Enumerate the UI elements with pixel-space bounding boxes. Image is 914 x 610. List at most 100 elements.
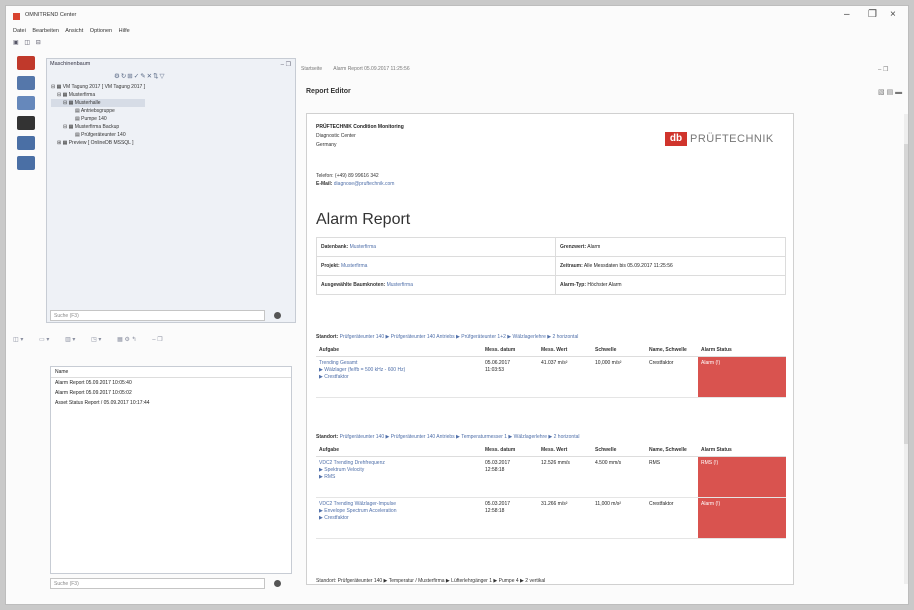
- company-block: PRÜFTECHNIK Condition Monitoring Diagnos…: [316, 123, 404, 150]
- main-toolbar: ▣ ◫ ⊟: [13, 39, 45, 48]
- editor-title: Report Editor: [306, 88, 351, 95]
- filter-date-icon[interactable]: ◳ ▾: [91, 337, 101, 343]
- list-item[interactable]: Asset Status Report / 05.09.2017 10:17:4…: [51, 398, 291, 408]
- mess-wert: 41.037 m/s²: [538, 356, 592, 398]
- measurement-icon[interactable]: [17, 76, 35, 90]
- location-path[interactable]: Prüfgeräteunter 140 ▶ Prüfgeräteunter 14…: [340, 434, 580, 440]
- menu-ansicht[interactable]: Ansicht: [65, 28, 83, 34]
- auswahl-label: Ausgewählte Baumknoten:: [321, 282, 386, 288]
- tree-node[interactable]: ⊟ ▦ Musterhalle: [51, 99, 146, 107]
- funnel-icon[interactable]: ▽: [160, 73, 166, 80]
- tree-node[interactable]: ▤ Prüfgeräteunter 140: [51, 131, 145, 139]
- menu-bar: Datei Bearbeiten Ansicht Optionen Hilfe: [13, 28, 135, 37]
- list-header: Name: [51, 367, 291, 378]
- alarmtyp-label: Alarm-Typ:: [560, 282, 587, 288]
- title-bar: OMNITREND Center – ❐ ×: [6, 6, 908, 26]
- export-icon[interactable]: ▧: [878, 89, 885, 96]
- panel-controls[interactable]: – ❐: [152, 337, 162, 343]
- report-search-input[interactable]: Suche (F3): [50, 578, 265, 589]
- task-link[interactable]: VDC2 Trending Drehfrequenz: [319, 460, 385, 466]
- perspective-sidebar: [13, 56, 43, 176]
- vertical-scrollbar[interactable]: [904, 114, 908, 584]
- list-item[interactable]: Alarm Report 05.09.2017 10:05:40: [51, 378, 291, 388]
- print-icon[interactable]: ▬: [895, 89, 902, 96]
- section-location: Standort: Prüfgeräteunter 140 ▶ Prüfgerä…: [316, 334, 578, 340]
- phone-text: Telefon: (+49) 89 99616 342: [316, 173, 379, 179]
- app-title: OMNITREND Center: [25, 12, 77, 18]
- zeitraum-value: Alle Messdaten bis 05.09.2017 11:25:56: [583, 263, 673, 269]
- panel-controls[interactable]: – ❐: [281, 61, 291, 68]
- table-row: VDC2 Trending Drehfrequenz ▶ Spektrum Vel…: [316, 456, 786, 498]
- camera-icon[interactable]: [17, 116, 35, 130]
- open-icon[interactable]: ◫: [24, 40, 30, 46]
- location-label: Standort:: [316, 334, 339, 340]
- location-path[interactable]: Prüfgeräteunter 140 ▶ Prüfgeräteunter 14…: [340, 334, 579, 340]
- tree-node[interactable]: ▤ Antriebsgruppe: [51, 107, 145, 115]
- save-icon[interactable]: ⊟: [36, 40, 41, 46]
- report-info-table: Datenbank: Musterfirma Grenzwert: Alarm …: [316, 237, 786, 295]
- machine-tree-panel: Maschinenbaum – ❐ ⚙↻⊞✓✎✕⇅▽ ⊟ ▦ VM Tagung…: [46, 58, 296, 323]
- tree-node[interactable]: ⊟ ▦ VM Tagung 2017 [ VM Tagung 2017 ]: [51, 83, 145, 91]
- name-schwelle: RMS: [646, 456, 698, 498]
- col-name-schwelle: Name, Schwelle: [646, 345, 698, 357]
- editor-toolbar: ▧ ▤ ▬: [878, 88, 902, 96]
- route-icon[interactable]: [17, 96, 35, 110]
- task-sub-link[interactable]: ▶ Wälzlager (fe/fb = 500 kHz - 600 Hz): [319, 367, 405, 373]
- schwelle: 4.500 mm/s: [592, 456, 646, 498]
- alarm-table: Aufgabe Mess. datum Mess. Wert Schwelle …: [316, 345, 786, 398]
- tab-alarm-report[interactable]: Alarm Report 05.09.2017 11:25:56: [333, 66, 409, 72]
- schwelle: 11,000 m/s²: [592, 497, 646, 539]
- task-sub-link[interactable]: ▶ Spektrum Velocity: [319, 467, 364, 473]
- mess-datum: 05.06.2017: [485, 360, 511, 366]
- menu-bearbeiten[interactable]: Bearbeiten: [32, 28, 59, 34]
- device-icon[interactable]: [17, 136, 35, 150]
- filter-icon[interactable]: ⚙: [114, 73, 121, 80]
- db-value[interactable]: Musterfirma: [350, 244, 376, 250]
- search-icon[interactable]: [274, 580, 281, 587]
- report-page: PRÜFTECHNIK Condition Monitoring Diagnos…: [306, 113, 794, 585]
- machine-tree-icon[interactable]: [17, 56, 35, 70]
- editor-controls[interactable]: – ❐: [878, 66, 888, 73]
- projekt-value[interactable]: Musterfirma: [341, 263, 367, 269]
- grenzwert-label: Grenzwert:: [560, 244, 587, 250]
- mess-wert: 12.526 mm/s: [538, 456, 592, 498]
- tab-machine-tree[interactable]: Maschinenbaum: [50, 61, 90, 67]
- tree-node[interactable]: ⊟ ▦ Musterfirma: [51, 91, 145, 99]
- task-sub-link[interactable]: ▶ RMS: [319, 474, 335, 480]
- menu-datei[interactable]: Datei: [13, 28, 26, 34]
- auswahl-value[interactable]: Musterfirma: [387, 282, 413, 288]
- section-location: Standort: Prüfgeräteunter 140 ▶ Prüfgerä…: [316, 434, 579, 440]
- tree-node[interactable]: ⊟ ▦ Musterfirma Backup: [51, 123, 145, 131]
- app-window: OMNITREND Center – ❐ × Datei Bearbeiten …: [5, 5, 909, 605]
- schwelle: 10,000 m/s²: [592, 356, 646, 398]
- tree-node[interactable]: ▤ Pumpe 140: [51, 115, 145, 123]
- task-link[interactable]: VDC2 Trending Wälzlager-Impulse: [319, 501, 396, 507]
- restore-button[interactable]: ❐: [868, 9, 877, 20]
- filter-type-icon[interactable]: ▥ ▾: [65, 337, 75, 343]
- minimize-button[interactable]: –: [844, 9, 850, 20]
- task-sub-link[interactable]: ▶ Envelope Spectrum Acceleration: [319, 508, 397, 514]
- sync-icon[interactable]: [17, 156, 35, 170]
- save-icon[interactable]: ▤: [887, 89, 894, 96]
- tree-node[interactable]: ⊞ ▦ Preview [ OnlineDB MSSQL ]: [51, 139, 145, 147]
- task-sub-link[interactable]: ▶ Crestfaktor: [319, 515, 349, 521]
- menu-hilfe[interactable]: Hilfe: [119, 28, 130, 34]
- task-link[interactable]: Trending Gesamt: [319, 360, 357, 366]
- task-sub-link[interactable]: ▶ Crestfaktor: [319, 374, 349, 380]
- new-icon[interactable]: ▣: [13, 40, 19, 46]
- filter-all-icon[interactable]: ◫ ▾: [13, 337, 23, 343]
- filter-folder-icon[interactable]: ▭ ▾: [39, 337, 49, 343]
- email-link[interactable]: diagnose@pruftechnik.com: [334, 181, 395, 187]
- search-icon[interactable]: [274, 312, 281, 319]
- close-button[interactable]: ×: [890, 9, 896, 20]
- mess-zeit: 11:03:53: [485, 367, 505, 373]
- scrollbar-thumb[interactable]: [904, 144, 908, 444]
- zeitraum-label: Zeitraum:: [560, 263, 583, 269]
- menu-optionen[interactable]: Optionen: [90, 28, 112, 34]
- tree-search-input[interactable]: Suche (F3): [50, 310, 265, 321]
- list-item[interactable]: Alarm Report 05.09.2017 10:05:02: [51, 388, 291, 398]
- filter-view-icon[interactable]: ▦ ⚙ ↰: [117, 337, 136, 343]
- machine-tree: ⊟ ▦ VM Tagung 2017 [ VM Tagung 2017 ] ⊟ …: [51, 83, 146, 147]
- alarm-table: Aufgabe Mess. datum Mess. Wert Schwelle …: [316, 445, 786, 539]
- tab-start[interactable]: Startseite: [301, 66, 322, 72]
